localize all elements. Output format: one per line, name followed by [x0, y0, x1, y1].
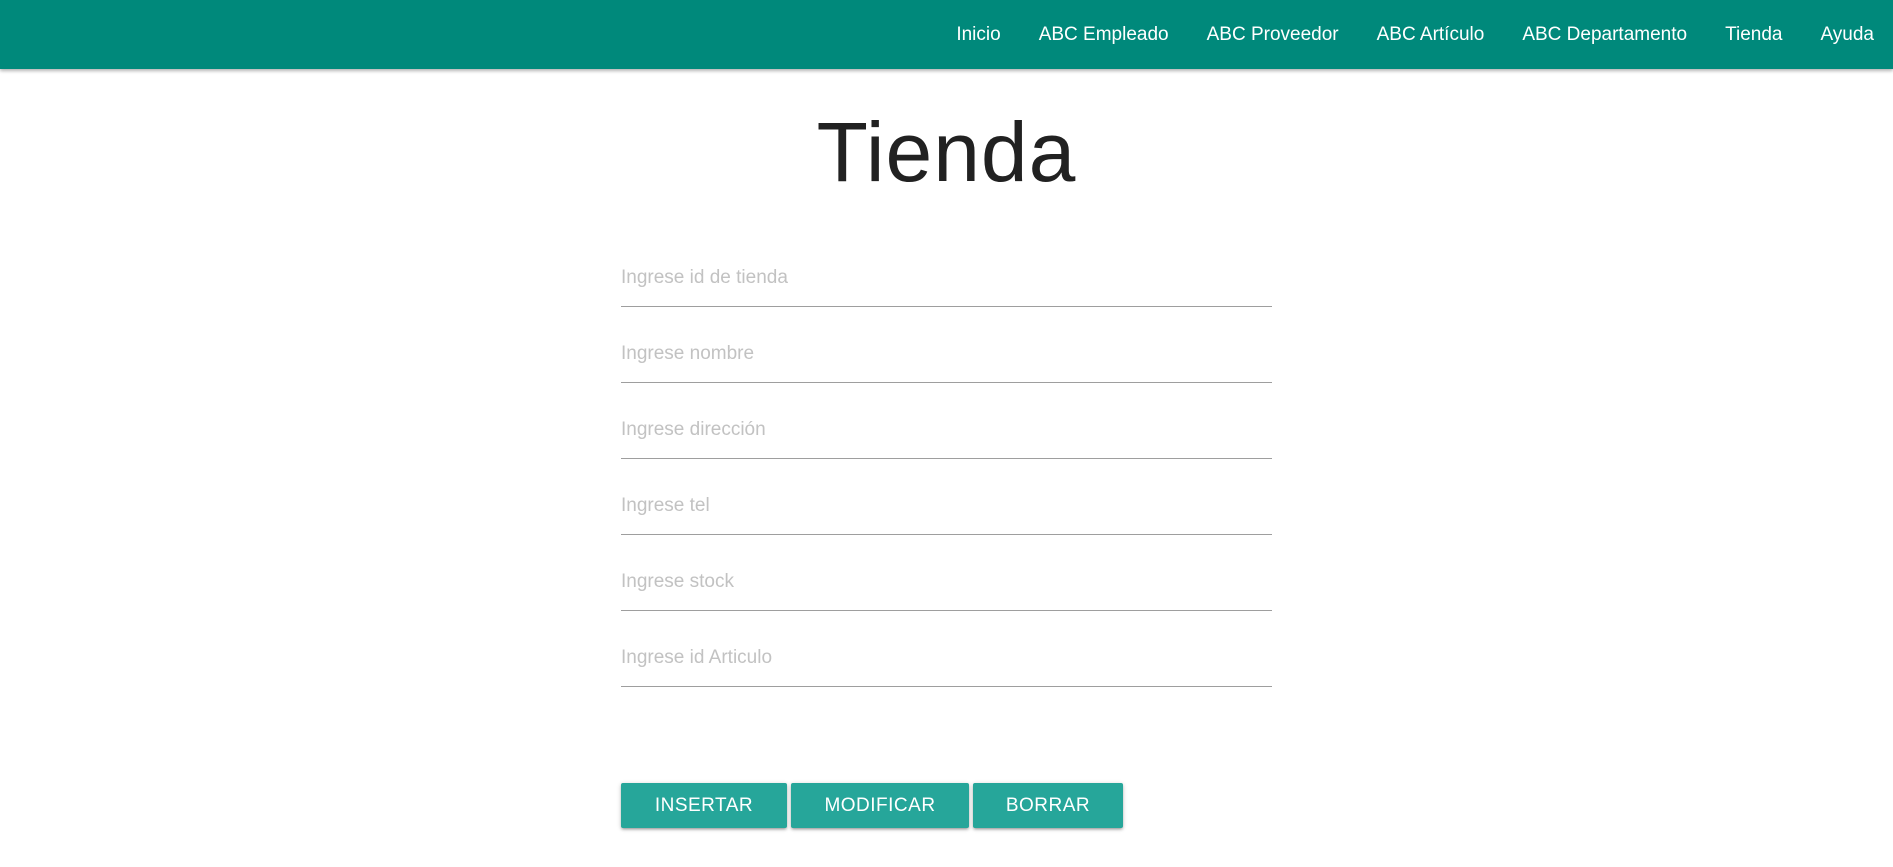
field-id-tienda — [621, 250, 1272, 326]
field-direccion — [621, 402, 1272, 478]
direccion-input[interactable] — [621, 402, 1272, 459]
page-title: Tienda — [816, 105, 1077, 199]
stock-input[interactable] — [621, 554, 1272, 611]
tel-input[interactable] — [621, 478, 1272, 535]
delete-button[interactable]: BORRAR — [973, 783, 1123, 828]
nav-link-abc-empleado[interactable]: ABC Empleado — [1020, 0, 1188, 69]
nav-link-inicio[interactable]: Inicio — [937, 0, 1019, 69]
tienda-form — [621, 250, 1272, 706]
nav-link-abc-articulo[interactable]: ABC Artículo — [1358, 0, 1504, 69]
insert-button[interactable]: INSERTAR — [621, 783, 787, 828]
id-tienda-input[interactable] — [621, 250, 1272, 307]
top-navbar: Inicio ABC Empleado ABC Proveedor ABC Ar… — [0, 0, 1893, 69]
action-buttons: INSERTAR MODIFICAR BORRAR — [621, 783, 1127, 828]
field-tel — [621, 478, 1272, 554]
nombre-input[interactable] — [621, 326, 1272, 383]
nav-menu: Inicio ABC Empleado ABC Proveedor ABC Ar… — [937, 0, 1893, 69]
nav-link-tienda[interactable]: Tienda — [1706, 0, 1801, 69]
field-id-articulo — [621, 630, 1272, 706]
field-nombre — [621, 326, 1272, 402]
id-articulo-input[interactable] — [621, 630, 1272, 687]
field-stock — [621, 554, 1272, 630]
modify-button[interactable]: MODIFICAR — [791, 783, 969, 828]
nav-link-abc-departamento[interactable]: ABC Departamento — [1503, 0, 1706, 69]
nav-link-abc-proveedor[interactable]: ABC Proveedor — [1188, 0, 1358, 69]
nav-link-ayuda[interactable]: Ayuda — [1801, 0, 1893, 69]
